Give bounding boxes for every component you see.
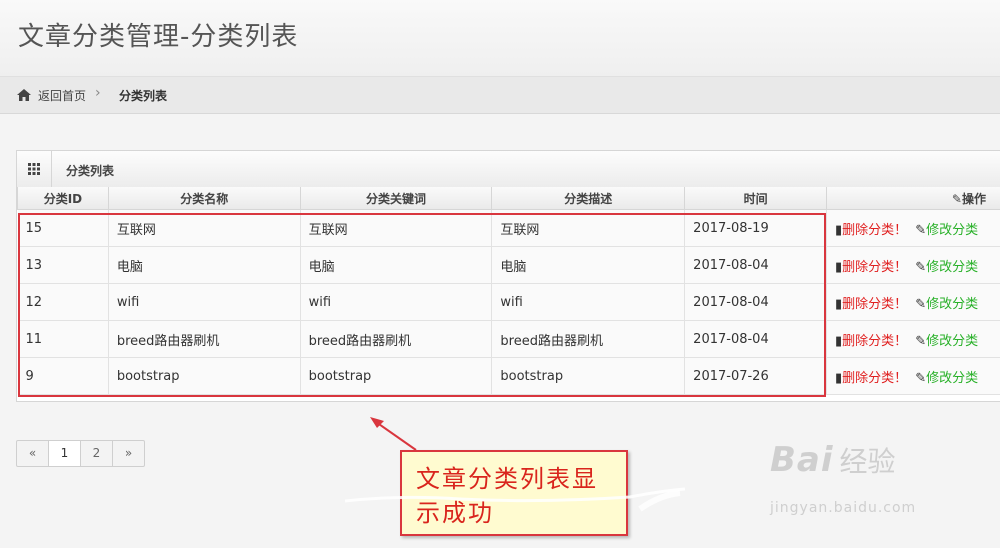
cell-description: 电脑	[491, 246, 686, 284]
delete-label: 删除分类！	[842, 222, 908, 238]
delete-category-link[interactable]: ▮删除分类！	[835, 334, 907, 349]
column-header-id: 分类ID	[17, 187, 109, 210]
column-header-name: 分类名称	[107, 187, 301, 210]
pagination: « 1 2 »	[16, 440, 145, 467]
cell-date: 2017-08-19	[684, 209, 828, 247]
column-header-actions: ✎操作	[826, 187, 1000, 210]
pagination-next-button[interactable]: »	[113, 441, 144, 466]
edit-category-link[interactable]: ✎修改分类	[915, 334, 978, 349]
table-header-row: 分类ID 分类名称 分类关键词 分类描述 时间 ✎操作	[17, 187, 1000, 210]
cell-date: 2017-08-04	[684, 246, 828, 284]
delete-category-link[interactable]: ▮删除分类！	[835, 260, 907, 275]
delete-category-link[interactable]: ▮删除分类！	[835, 223, 907, 238]
table-row: 12 wifi wifi wifi 2017-08-04 ▮删除分类！ ✎修改分类	[17, 283, 1000, 321]
edit-icon: ✎	[915, 259, 927, 275]
cell-keywords: 互联网	[300, 209, 493, 247]
cell-date: 2017-08-04	[684, 320, 828, 358]
table-row: 13 电脑 电脑 电脑 2017-08-04 ▮删除分类！ ✎修改分类	[17, 246, 1000, 284]
delete-label: 删除分类！	[842, 370, 908, 386]
watermark-brand: Bai	[770, 440, 834, 480]
breadcrumb: 返回首页 › 分类列表	[0, 77, 1000, 114]
edit-label: 修改分类	[926, 333, 979, 349]
category-table: 分类ID 分类名称 分类关键词 分类描述 时间 ✎操作 15 互联网 互联网 互…	[17, 187, 1000, 395]
cell-actions: ▮删除分类！ ✎修改分类	[826, 357, 1000, 395]
edit-category-link[interactable]: ✎修改分类	[915, 371, 978, 386]
delete-label: 删除分类！	[842, 259, 908, 275]
cell-date: 2017-07-26	[684, 357, 828, 395]
table-row: 11 breed路由器刷机 breed路由器刷机 breed路由器刷机 2017…	[17, 320, 1000, 358]
table-row: 15 互联网 互联网 互联网 2017-08-19 ▮删除分类！ ✎修改分类	[17, 209, 1000, 247]
column-header-keywords: 分类关键词	[299, 187, 493, 210]
cell-name: 互联网	[108, 209, 301, 247]
cell-date: 2017-08-04	[684, 283, 828, 321]
edit-label: 修改分类	[926, 259, 979, 275]
cell-name: wifi	[108, 283, 301, 321]
edit-label: 修改分类	[926, 296, 979, 312]
table-row: 9 bootstrap bootstrap bootstrap 2017-07-…	[17, 357, 1000, 395]
pagination-page-1[interactable]: 1	[49, 441, 81, 466]
edit-icon: ✎	[915, 333, 927, 349]
baidu-jingyan-watermark: Bai 经验 jingyan.baidu.com	[770, 440, 915, 516]
edit-category-link[interactable]: ✎修改分类	[915, 223, 978, 238]
annotation-arrow-icon	[370, 417, 417, 451]
actions-header-label: 操作	[961, 191, 986, 206]
delete-category-link[interactable]: ▮删除分类！	[835, 297, 907, 312]
cell-actions: ▮删除分类！ ✎修改分类	[826, 209, 1000, 247]
page-title: 文章分类管理-分类列表	[18, 22, 299, 52]
cell-keywords: wifi	[300, 283, 493, 321]
cell-id: 11	[17, 320, 109, 358]
cell-name: 电脑	[108, 246, 301, 284]
cell-description: wifi	[491, 283, 686, 321]
pagination-prev-button[interactable]: «	[17, 441, 49, 466]
edit-icon: ✎	[915, 222, 927, 238]
cell-name: bootstrap	[108, 357, 301, 395]
cell-id: 12	[17, 283, 109, 321]
widget-header: 分类列表	[17, 151, 1000, 188]
cell-actions: ▮删除分类！ ✎修改分类	[826, 246, 1000, 284]
column-header-description: 分类描述	[491, 187, 686, 210]
brush-stroke-icon	[344, 487, 686, 512]
breadcrumb-current: 分类列表	[119, 89, 168, 103]
category-list-widget: 分类列表 分类ID 分类名称 分类关键词 分类描述 时间 ✎操作 15 互联网 …	[16, 150, 1000, 402]
cell-keywords: breed路由器刷机	[300, 320, 493, 358]
cell-actions: ▮删除分类！ ✎修改分类	[826, 320, 1000, 358]
grid-icon	[17, 151, 52, 187]
cell-description: bootstrap	[491, 357, 686, 395]
edit-category-link[interactable]: ✎修改分类	[915, 260, 978, 275]
delete-label: 删除分类！	[842, 296, 908, 312]
watermark-url: jingyan.baidu.com	[770, 500, 917, 516]
delete-category-link[interactable]: ▮删除分类！	[835, 371, 907, 386]
cell-actions: ▮删除分类！ ✎修改分类	[826, 283, 1000, 321]
edit-label: 修改分类	[926, 370, 979, 386]
delete-label: 删除分类！	[842, 333, 908, 349]
pencil-icon: ✎	[951, 191, 962, 206]
cell-id: 13	[17, 246, 109, 284]
cell-name: breed路由器刷机	[108, 320, 301, 358]
cell-id: 15	[17, 209, 109, 247]
cell-description: breed路由器刷机	[491, 320, 686, 358]
edit-label: 修改分类	[926, 222, 979, 238]
page-header: 文章分类管理-分类列表	[0, 0, 1000, 77]
watermark-cn: 经验	[839, 445, 896, 478]
cell-id: 9	[17, 357, 109, 395]
edit-icon: ✎	[915, 370, 927, 386]
column-header-date: 时间	[684, 187, 828, 210]
edit-category-link[interactable]: ✎修改分类	[915, 297, 978, 312]
widget-title: 分类列表	[66, 164, 115, 178]
home-icon	[17, 89, 31, 104]
breadcrumb-home-link[interactable]: 返回首页	[38, 87, 86, 104]
edit-icon: ✎	[915, 296, 927, 312]
cell-keywords: 电脑	[300, 246, 493, 284]
cell-keywords: bootstrap	[300, 357, 493, 395]
breadcrumb-separator: ›	[95, 85, 101, 101]
pagination-page-2[interactable]: 2	[81, 441, 113, 466]
cell-description: 互联网	[491, 209, 686, 247]
